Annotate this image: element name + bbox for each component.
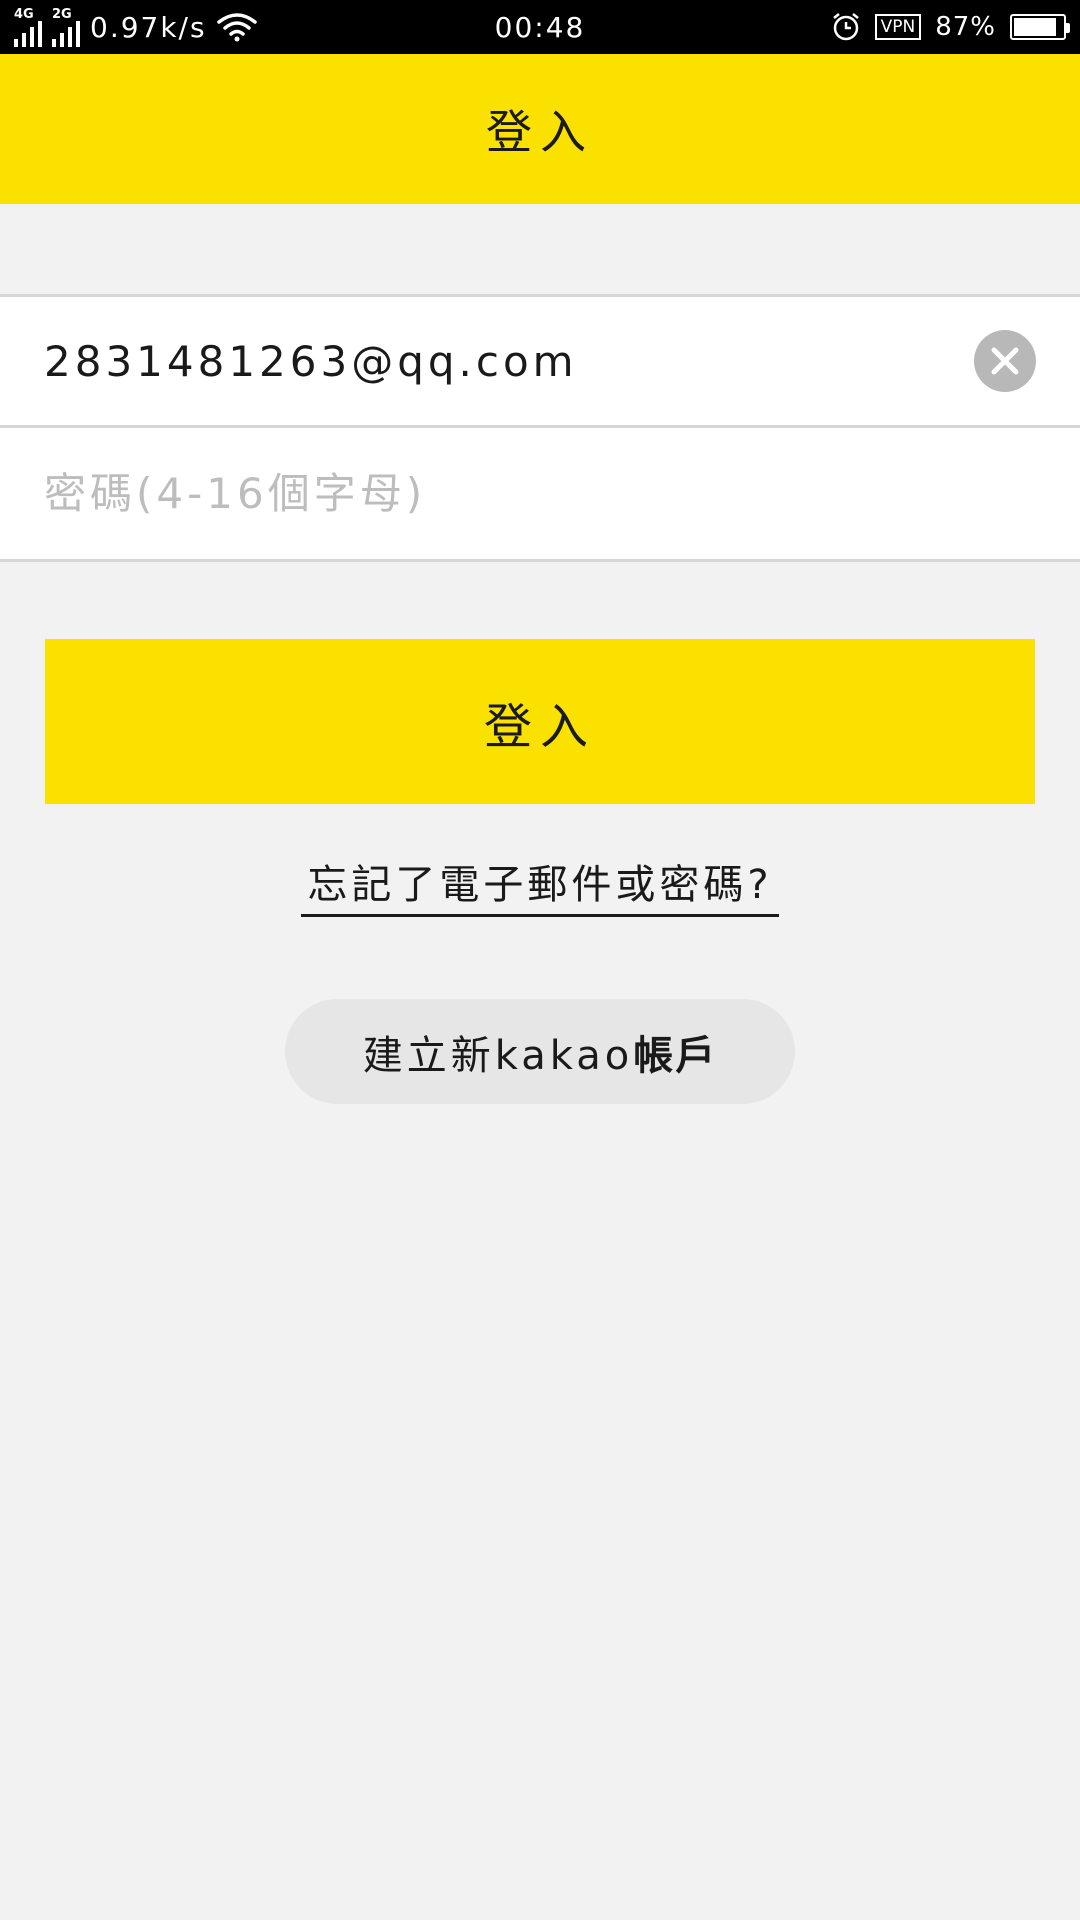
- password-field-row: [0, 428, 1080, 562]
- close-icon: [991, 347, 1019, 375]
- create-account-button[interactable]: 建立新kakao 帳戶: [285, 999, 795, 1104]
- email-input[interactable]: [0, 297, 960, 425]
- header-bar: 登入: [0, 54, 1080, 204]
- create-account-prefix: 建立新kakao: [362, 1032, 634, 1079]
- battery-fill: [1014, 18, 1056, 36]
- create-account-bold: 帳戶: [633, 1032, 718, 1079]
- page-title: 登入: [486, 105, 594, 159]
- vpn-badge: VPN: [874, 14, 922, 40]
- forgot-link-row: 忘記了電子郵件或密碼?: [0, 852, 1080, 917]
- battery-icon: [1010, 14, 1070, 40]
- forgot-credentials-link[interactable]: 忘記了電子郵件或密碼?: [301, 862, 779, 917]
- login-button[interactable]: 登入: [45, 639, 1035, 804]
- status-right: VPN 87%: [831, 0, 1070, 54]
- alarm-icon: [832, 13, 859, 41]
- password-input[interactable]: [0, 428, 960, 559]
- battery-percent: 87%: [935, 12, 996, 42]
- clear-email-button[interactable]: [974, 330, 1036, 392]
- login-screen: 4G 2G 0.97k/s 00:48 VPN 87% 登入 283148126…: [0, 0, 1080, 1920]
- email-field-row: [0, 294, 1080, 428]
- status-bar: 4G 2G 0.97k/s 00:48 VPN 87%: [0, 0, 1080, 54]
